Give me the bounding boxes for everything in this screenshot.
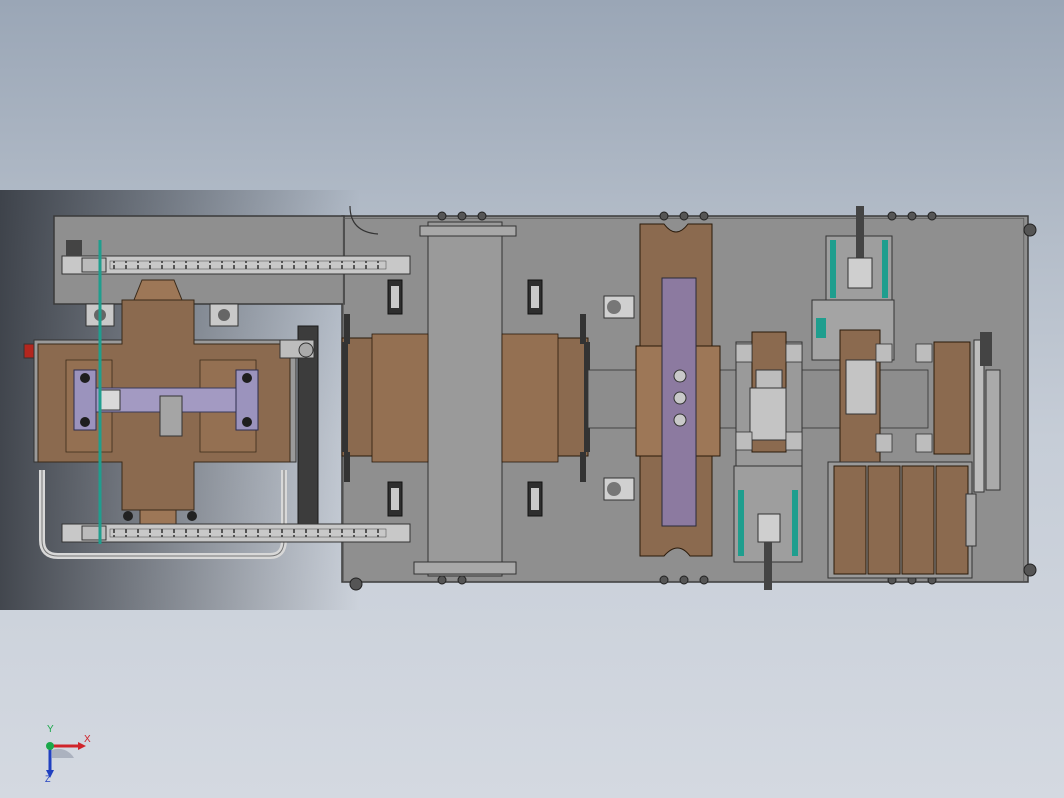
machine-top-view[interactable] xyxy=(0,0,1064,798)
z-axis-label: Z xyxy=(45,774,51,784)
y-axis-label: Y xyxy=(47,724,54,735)
coordinate-triad-icon: X Y Z xyxy=(38,724,98,790)
conveyor-bridge[interactable] xyxy=(413,221,517,577)
x-axis-label: X xyxy=(84,734,91,745)
gluing-station[interactable] xyxy=(733,331,803,590)
guide-rail-bottom xyxy=(61,523,411,543)
cad-viewport[interactable]: X Y Z xyxy=(0,0,1064,798)
